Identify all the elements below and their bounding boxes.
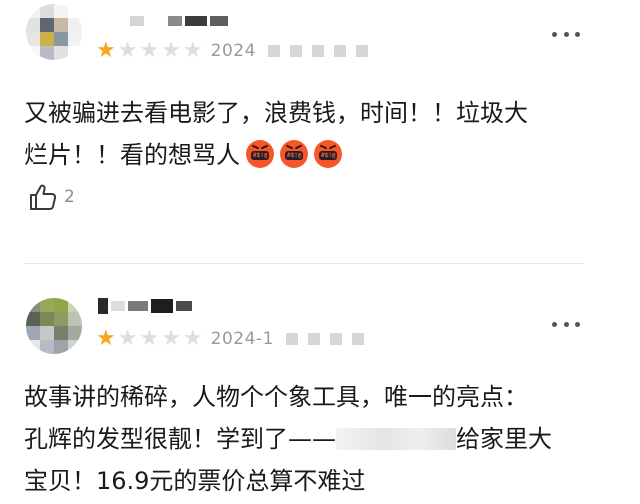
date-redacted	[267, 45, 368, 57]
review-date: 2024-1	[210, 329, 274, 349]
review-text-line: 宝贝！16.9元的票价总算不难过	[24, 467, 366, 495]
review-card: ★ ★ ★ ★ ★ 2024 又被骗进去看电影了，浪费钱，时间！！垃圾大 烂片！…	[0, 0, 640, 258]
review-list: ★ ★ ★ ★ ★ 2024 又被骗进去看电影了，浪费钱，时间！！垃圾大 烂片！…	[0, 0, 640, 504]
star-icon-empty: ★	[117, 38, 138, 63]
like-count: 2	[64, 187, 75, 207]
star-icon-empty: ★	[161, 38, 181, 63]
rating-row: ★ ★ ★ ★ ★ 2024-1	[96, 328, 364, 350]
avatar[interactable]	[26, 4, 82, 60]
date-redacted	[285, 333, 364, 345]
emoji-symbols: #$!@	[253, 152, 268, 159]
star-icon-empty: ★	[139, 38, 160, 63]
star-icon-empty: ★	[117, 326, 138, 351]
avatar[interactable]	[26, 298, 82, 354]
avatar-mosaic	[26, 4, 82, 60]
review-text: 故事讲的稀碎，人物个个象工具，唯一的亮点： 孔辉的发型很靓！学到了—— 给家里大 …	[24, 376, 624, 502]
cursing-face-icon: #$!@	[246, 140, 274, 168]
avatar-mosaic	[26, 298, 82, 354]
more-options-icon[interactable]	[552, 30, 580, 38]
review-text-line: 又被骗进去看电影了，浪费钱，时间！！垃圾大	[24, 99, 528, 127]
more-options-icon[interactable]	[552, 320, 580, 328]
review-text-line: 故事讲的稀碎，人物个个象工具，唯一的亮点：	[24, 383, 528, 411]
like-button[interactable]: 2	[28, 182, 75, 212]
cursing-face-icon: #$!@	[314, 140, 342, 168]
thumbs-up-icon	[30, 184, 57, 210]
star-icon-filled: ★	[96, 326, 116, 351]
star-icon-filled: ★	[96, 38, 116, 63]
review-card: ★ ★ ★ ★ ★ 2024-1 故事讲的稀碎，人物个个象工具，唯一的亮点： 孔…	[0, 292, 640, 504]
divider	[24, 263, 584, 264]
star-icon-empty: ★	[139, 326, 160, 351]
username-redacted	[98, 298, 192, 314]
emoji-symbols: #$!@	[321, 152, 336, 159]
review-text-fragment: 给家里大	[456, 425, 552, 453]
star-icon-empty: ★	[161, 326, 181, 351]
username-redacted	[130, 16, 228, 26]
star-icon-empty: ★	[182, 326, 203, 351]
emoji-symbols: #$!@	[287, 152, 302, 159]
review-text-fragment: 烂片！！看的想骂人	[24, 141, 240, 169]
star-icon-empty: ★	[182, 38, 203, 63]
text-redacted	[336, 428, 456, 450]
review-text-line: 孔辉的发型很靓！学到了—— 给家里大	[24, 418, 624, 460]
review-text-fragment: 孔辉的发型很靓！学到了——	[24, 425, 336, 453]
review-text: 又被骗进去看电影了，浪费钱，时间！！垃圾大 烂片！！看的想骂人 #$!@ #$!@ #…	[24, 92, 624, 176]
rating-row: ★ ★ ★ ★ ★ 2024	[96, 40, 368, 62]
review-date: 2024	[210, 41, 256, 61]
cursing-face-icon: #$!@	[280, 140, 308, 168]
review-text-line: 烂片！！看的想骂人 #$!@ #$!@ #$!@	[24, 134, 624, 176]
